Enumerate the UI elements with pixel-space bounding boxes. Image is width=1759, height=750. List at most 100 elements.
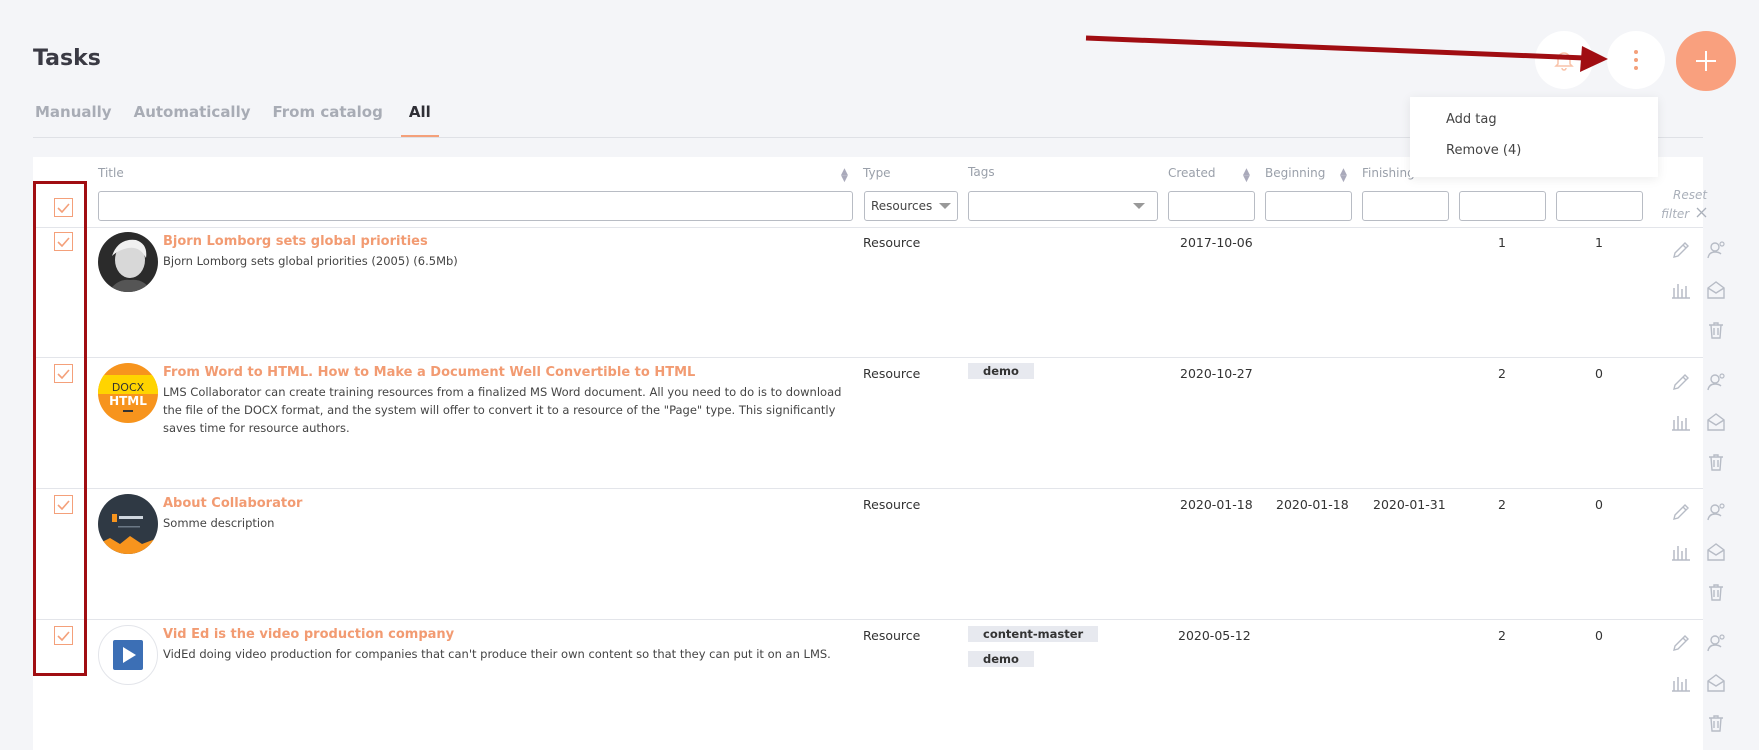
task-type: Resource — [863, 497, 921, 512]
task-title-link[interactable]: Bjorn Lomborg sets global priorities — [163, 234, 428, 249]
user-assign-button[interactable] — [1705, 373, 1727, 395]
type-filter-value: Resources — [871, 199, 933, 213]
docx-html-logo-bar — [123, 409, 133, 412]
bar-chart-button[interactable] — [1670, 413, 1692, 435]
user-assign-icon — [1706, 240, 1726, 264]
type-filter-select[interactable]: Resources — [864, 191, 958, 221]
pencil-icon — [1671, 502, 1691, 526]
created-filter-input[interactable] — [1168, 191, 1255, 221]
task-description: VidEd doing video production for compani… — [163, 647, 831, 661]
task-title-link[interactable]: Vid Ed is the video production company — [163, 627, 454, 642]
column-header-type[interactable]: Type — [863, 166, 891, 180]
trash-button[interactable] — [1705, 321, 1727, 343]
html-label: HTML — [109, 393, 147, 408]
user-assign-icon — [1706, 502, 1726, 526]
bar-chart-icon — [1671, 412, 1691, 436]
pencil-button[interactable] — [1670, 503, 1692, 525]
user-assign-icon — [1706, 633, 1726, 657]
page-title: Tasks — [33, 46, 101, 71]
task-title-link[interactable]: About Collaborator — [163, 496, 302, 511]
bar-chart-button[interactable] — [1670, 674, 1692, 696]
column-header-created[interactable]: Created — [1168, 166, 1216, 180]
bar-chart-icon — [1671, 280, 1691, 304]
tab-bar: Manually Automatically From catalog All — [35, 103, 461, 138]
task-count2: 1 — [1595, 235, 1603, 250]
user-assign-button[interactable] — [1705, 503, 1727, 525]
envelope-open-button[interactable] — [1705, 543, 1727, 565]
tags-filter-select[interactable] — [968, 191, 1158, 221]
row-divider — [33, 619, 1703, 620]
task-beginning: 2020-01-18 — [1276, 497, 1349, 512]
envelope-open-icon — [1706, 542, 1726, 566]
reset-label-line2: filter — [1661, 207, 1690, 221]
task-count1: 2 — [1498, 628, 1506, 643]
tab-all[interactable]: All — [400, 103, 439, 138]
trash-icon — [1706, 452, 1726, 476]
trash-button[interactable] — [1705, 583, 1727, 605]
pencil-icon — [1671, 372, 1691, 396]
task-created: 2020-05-12 — [1178, 628, 1251, 643]
envelope-open-button[interactable] — [1705, 674, 1727, 696]
tab-automatically[interactable]: Automatically — [134, 103, 251, 138]
tag-badge: demo — [968, 363, 1034, 379]
tab-from-catalog[interactable]: From catalog — [273, 103, 383, 138]
task-title-link[interactable]: From Word to HTML. How to Make a Documen… — [163, 365, 695, 380]
more-options-menu: Add tag Remove (4) — [1410, 97, 1658, 177]
envelope-open-button[interactable] — [1705, 413, 1727, 435]
notification-button[interactable] — [1535, 31, 1593, 89]
pencil-button[interactable] — [1670, 373, 1692, 395]
trash-icon — [1706, 582, 1726, 606]
task-count2: 0 — [1595, 497, 1603, 512]
pencil-button[interactable] — [1670, 634, 1692, 656]
avatar — [98, 232, 158, 292]
task-count1: 2 — [1498, 497, 1506, 512]
vertical-dots-icon — [1634, 50, 1638, 70]
column-header-title[interactable]: Title — [98, 166, 124, 180]
count1-filter-input[interactable] — [1459, 191, 1546, 221]
tag-badge: demo — [968, 651, 1034, 667]
bar-chart-button[interactable] — [1670, 281, 1692, 303]
task-type: Resource — [863, 628, 921, 643]
row-divider — [33, 227, 1703, 228]
trash-button[interactable] — [1705, 714, 1727, 736]
column-header-tags: Tags — [968, 165, 995, 179]
pencil-button[interactable] — [1670, 241, 1692, 263]
bar-chart-icon — [1671, 542, 1691, 566]
task-count2: 0 — [1595, 628, 1603, 643]
beginning-filter-input[interactable] — [1265, 191, 1352, 221]
envelope-open-button[interactable] — [1705, 281, 1727, 303]
column-header-finishing[interactable]: Finishing — [1362, 166, 1415, 180]
bar-chart-button[interactable] — [1670, 543, 1692, 565]
sort-icon[interactable]: ▼ — [841, 174, 848, 184]
chevron-down-icon — [939, 203, 951, 209]
video-play-icon — [113, 640, 143, 670]
envelope-open-icon — [1706, 280, 1726, 304]
pencil-icon — [1671, 633, 1691, 657]
user-assign-icon — [1706, 372, 1726, 396]
add-task-button[interactable] — [1676, 31, 1736, 91]
sort-icon[interactable]: ▼ — [1340, 174, 1347, 184]
docx-label: DOCX — [98, 374, 158, 394]
trash-button[interactable] — [1705, 453, 1727, 475]
reset-filter-button[interactable]: Reset filter — [1661, 186, 1708, 224]
chevron-down-icon — [1133, 203, 1145, 209]
finishing-filter-input[interactable] — [1362, 191, 1449, 221]
user-assign-button[interactable] — [1705, 241, 1727, 263]
title-filter-input[interactable] — [98, 191, 853, 221]
task-finishing: 2020-01-31 — [1373, 497, 1446, 512]
sort-icon[interactable]: ▼ — [1243, 174, 1250, 184]
row-divider — [33, 357, 1703, 358]
more-options-button[interactable] — [1607, 31, 1665, 89]
column-header-beginning[interactable]: Beginning — [1265, 166, 1325, 180]
avatar — [98, 625, 158, 685]
avatar — [98, 494, 158, 554]
task-description: Somme description — [163, 516, 275, 530]
envelope-open-icon — [1706, 412, 1726, 436]
menu-item-add-tag[interactable]: Add tag — [1446, 111, 1658, 142]
count2-filter-input[interactable] — [1556, 191, 1643, 221]
user-assign-button[interactable] — [1705, 634, 1727, 656]
reset-label-line1: Reset — [1673, 188, 1708, 202]
tab-manually[interactable]: Manually — [35, 103, 112, 138]
menu-item-remove[interactable]: Remove (4) — [1446, 142, 1658, 173]
task-description: LMS Collaborator can create training res… — [163, 385, 842, 435]
